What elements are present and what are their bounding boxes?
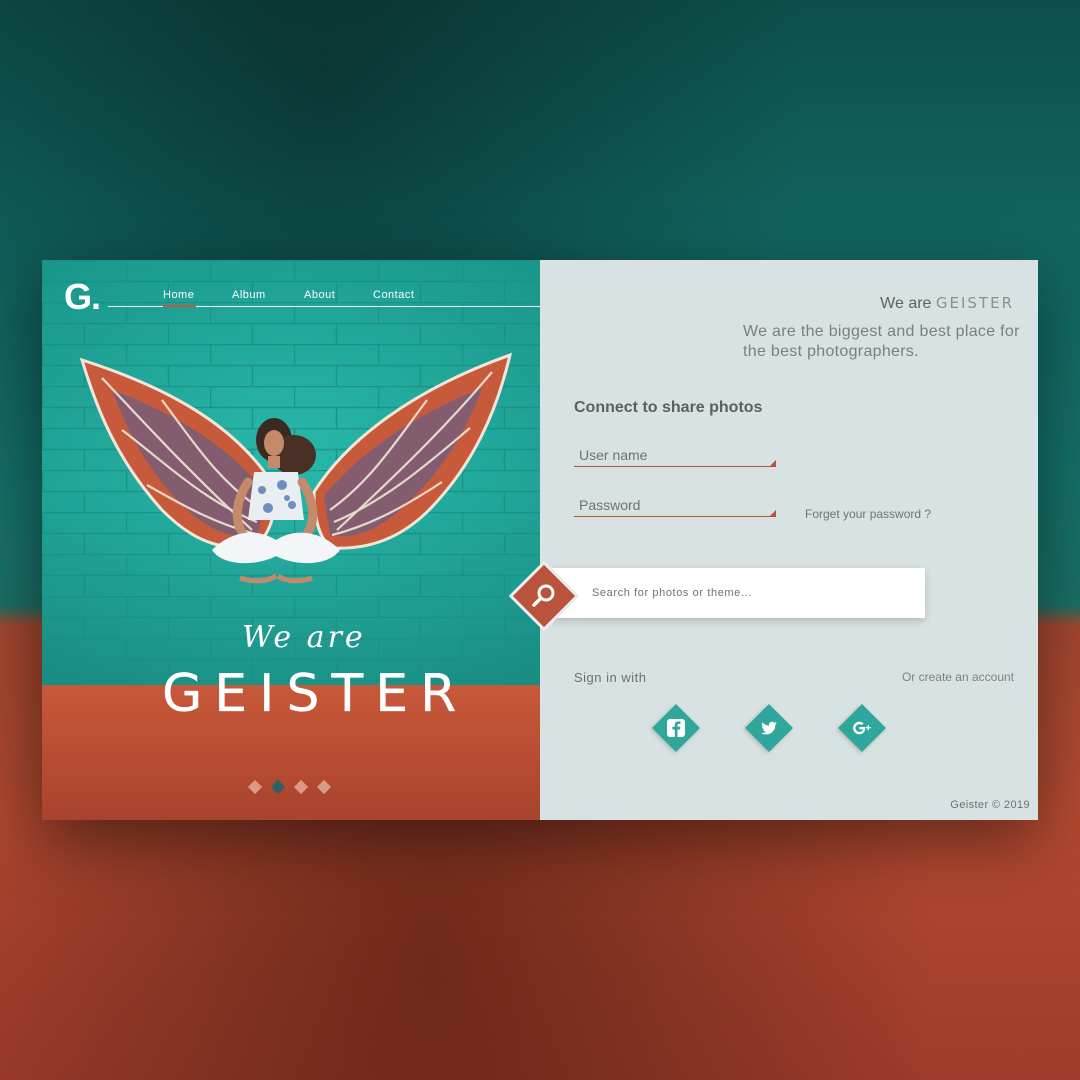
login-panel: We are GEISTER We are the biggest and be… <box>512 260 1038 820</box>
forgot-password-link[interactable]: Forget your password ? <box>805 507 931 521</box>
logo[interactable]: G. <box>64 276 101 318</box>
username-field-wrapper <box>574 443 776 467</box>
search-input[interactable] <box>592 568 912 618</box>
search-icon <box>532 584 555 607</box>
password-field-wrapper <box>574 493 776 517</box>
username-input[interactable] <box>574 443 776 466</box>
intro-we-are: We are <box>880 295 932 312</box>
google-plus-button[interactable] <box>837 703 887 753</box>
footer-copyright: Geister © 2019 <box>950 799 1030 811</box>
field-corner-mark <box>770 460 776 466</box>
hero-we-are: We are <box>242 620 366 655</box>
password-input[interactable] <box>574 493 776 516</box>
create-account-link[interactable]: Or create an account <box>902 670 1014 684</box>
landing-card: G. Home Album About Contact We are GEIST… <box>42 260 1038 820</box>
login-title: Connect to share photos <box>574 399 763 416</box>
hero-panel: G. Home Album About Contact We are GEIST… <box>42 260 540 820</box>
google-plus-icon <box>853 721 871 735</box>
intro-brand: GEISTER <box>935 294 1014 312</box>
facebook-button[interactable] <box>651 703 701 753</box>
intro-subtitle: We are the biggest and best place for th… <box>743 323 1020 360</box>
twitter-button[interactable] <box>744 703 794 753</box>
field-corner-mark <box>770 510 776 516</box>
facebook-icon <box>667 719 685 737</box>
sign-in-with-label: Sign in with <box>574 670 647 685</box>
nav-item-about[interactable]: About <box>304 289 335 301</box>
search-bar <box>550 568 925 618</box>
nav-item-contact[interactable]: Contact <box>373 289 414 301</box>
search-button[interactable] <box>512 564 576 628</box>
twitter-icon <box>761 721 777 735</box>
nav-item-home[interactable]: Home <box>163 289 194 301</box>
nav-active-indicator <box>163 305 196 307</box>
hero-brand-title: GEISTER <box>162 664 469 724</box>
intro-heading: We are GEISTER <box>880 294 1014 313</box>
nav-item-album[interactable]: Album <box>232 289 266 301</box>
